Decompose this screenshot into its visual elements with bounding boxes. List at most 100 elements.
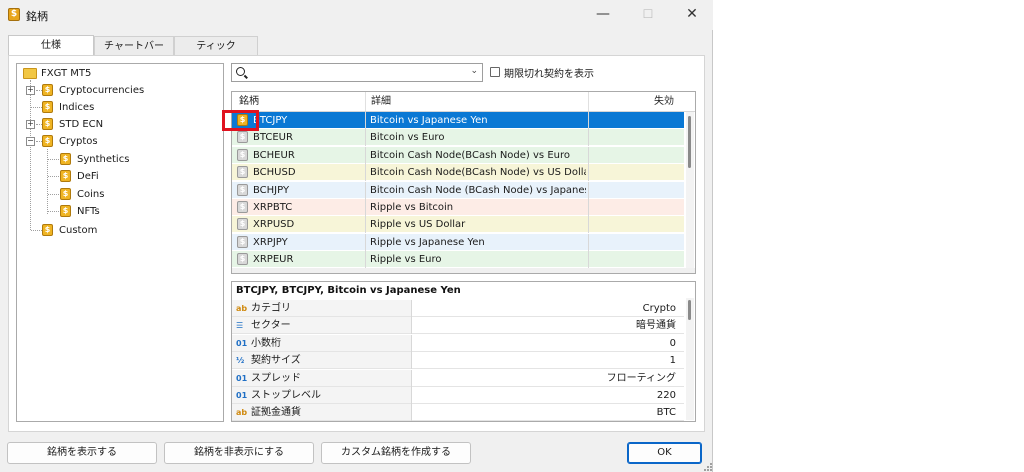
hide-symbol-button[interactable]: 銘柄を非表示にする <box>164 442 314 464</box>
column-divider[interactable] <box>588 92 589 111</box>
expand-icon[interactable]: + <box>26 86 35 95</box>
tab-specification[interactable]: 仕様 <box>8 35 94 55</box>
symbol-search-combobox[interactable]: ⌄ <box>231 63 483 82</box>
table-row[interactable]: $ BCHJPY Bitcoin Cash Node (BCash Node) vs… <box>232 181 684 199</box>
column-divider[interactable] <box>365 92 366 111</box>
ok-button[interactable]: OK <box>627 442 702 464</box>
resize-grip-icon[interactable] <box>704 463 712 471</box>
cell-divider <box>588 199 589 216</box>
symbols-table[interactable]: 銘柄 詳細 失効 $ BTCJPY Bitcoin vs Japanese Yen $… <box>231 91 696 274</box>
cell-symbol: XRPUSD <box>253 219 295 231</box>
property-row[interactable]: ½ 契約サイズ 1 <box>232 352 684 370</box>
cell-divider <box>365 216 366 234</box>
cell-expiry <box>592 251 682 268</box>
tree-item-cryptos[interactable]: Cryptos <box>59 133 98 150</box>
cell-divider <box>365 181 366 199</box>
property-type-icon: ab <box>236 408 248 418</box>
coin-icon: $ <box>60 170 71 182</box>
close-button[interactable]: ✕ <box>670 0 714 30</box>
table-row[interactable]: $ XRPBTC Ripple vs Bitcoin <box>232 199 684 216</box>
cell-divider <box>365 164 366 182</box>
table-row[interactable]: $ XRPEUR Ripple vs Euro <box>232 251 684 269</box>
tree-root-label[interactable]: FXGT MT5 <box>41 65 91 82</box>
cell-symbol: XRPBTC <box>253 202 293 213</box>
cell-divider <box>588 146 589 164</box>
chevron-down-icon[interactable]: ⌄ <box>470 66 478 76</box>
tree-item-custom[interactable]: Custom <box>59 222 97 239</box>
cell-description: Bitcoin vs Euro <box>370 132 445 144</box>
cell-description: Bitcoin Cash Node(BCash Node) vs US Doll… <box>370 167 586 179</box>
collapse-icon[interactable]: − <box>26 137 35 146</box>
property-divider <box>411 387 412 404</box>
create-custom-symbol-button[interactable]: カスタム銘柄を作成する <box>321 442 471 464</box>
property-row[interactable]: ab カテゴリ Crypto <box>232 300 684 317</box>
table-row[interactable]: $ BCHUSD Bitcoin Cash Node(BCash Node) vs … <box>232 164 684 182</box>
table-row[interactable]: $ XRPJPY Ripple vs Japanese Yen <box>232 233 684 251</box>
cell-expiry <box>592 112 682 129</box>
tree-item-coins[interactable]: Coins <box>77 186 104 203</box>
symbol-group-tree[interactable]: FXGT MT5 + $ Cryptocurrencies $ Indices … <box>16 63 224 422</box>
tree-guide-line <box>31 107 42 108</box>
cell-description: Ripple vs Bitcoin <box>370 202 454 213</box>
property-value: BTC <box>656 407 676 419</box>
tree-item-synthetics[interactable]: Synthetics <box>77 151 129 168</box>
cell-expiry <box>592 147 682 164</box>
scrollbar-thumb[interactable] <box>688 300 691 320</box>
tree-item-std-ecn[interactable]: STD ECN <box>59 116 103 133</box>
coin-icon: $ <box>237 235 248 248</box>
column-header-symbol[interactable]: 銘柄 <box>239 92 259 111</box>
table-row[interactable]: $ BTCJPY Bitcoin vs Japanese Yen <box>232 112 684 129</box>
tab-chart-bars[interactable]: チャートバー <box>94 36 174 55</box>
property-row[interactable]: ☰ セクター 暗号通貨 <box>232 317 684 335</box>
column-header-expiry[interactable]: 失効 <box>654 92 674 111</box>
title-bar[interactable]: $ 銘柄 — ☐ ✕ <box>0 0 713 30</box>
coin-icon: $ <box>60 205 71 217</box>
cell-description: Ripple vs US Dollar <box>370 219 466 231</box>
window-title: 銘柄 <box>26 10 48 23</box>
coin-icon: $ <box>237 131 248 144</box>
tree-item-cryptocurrencies[interactable]: Cryptocurrencies <box>59 82 144 99</box>
maximize-button[interactable]: ☐ <box>626 0 670 30</box>
coin-icon: $ <box>237 148 248 161</box>
property-row[interactable]: ab 証拠金通貨 BTC <box>232 404 684 421</box>
coin-icon: $ <box>60 188 71 200</box>
cell-symbol: BTCEUR <box>253 132 293 144</box>
property-row[interactable]: 01 スプレッド フローティング <box>232 369 684 387</box>
minimize-button[interactable]: — <box>581 0 625 30</box>
table-horizontal-scrollbar[interactable] <box>232 268 695 273</box>
property-type-icon: ab <box>236 304 248 313</box>
property-label: 証拠金通貨 <box>251 407 301 419</box>
cell-expiry <box>592 182 682 199</box>
cell-divider <box>365 251 366 269</box>
table-row[interactable]: $ BCHEUR Bitcoin Cash Node(BCash Node) vs … <box>232 146 684 164</box>
table-vertical-scrollbar[interactable] <box>686 112 694 269</box>
coin-icon: $ <box>60 153 71 165</box>
scrollbar-thumb[interactable] <box>688 116 691 168</box>
show-symbol-button[interactable]: 銘柄を表示する <box>7 442 157 464</box>
tree-item-nfts[interactable]: NFTs <box>77 203 100 220</box>
cell-divider <box>365 146 366 164</box>
coin-icon: $ <box>237 166 248 179</box>
properties-vertical-scrollbar[interactable] <box>686 298 694 420</box>
property-row[interactable]: 01 ストップレベル 220 <box>232 387 684 404</box>
column-header-description[interactable]: 詳細 <box>371 92 391 111</box>
property-value: 暗号通貨 <box>636 320 676 332</box>
tree-guide-line <box>48 159 59 160</box>
expand-icon[interactable]: + <box>26 120 35 129</box>
coin-icon: $ <box>42 118 53 130</box>
cell-symbol: BCHEUR <box>253 149 295 161</box>
property-divider <box>411 317 412 335</box>
table-row[interactable]: $ BTCEUR Bitcoin vs Euro <box>232 129 684 147</box>
tree-item-indices[interactable]: Indices <box>59 99 94 116</box>
property-value: 1 <box>669 355 676 367</box>
show-expired-checkbox[interactable] <box>490 67 500 77</box>
tree-item-defi[interactable]: DeFi <box>77 168 99 185</box>
cell-symbol: BCHJPY <box>253 184 290 196</box>
property-row[interactable]: 01 小数桁 0 <box>232 334 684 352</box>
cell-divider <box>365 129 366 147</box>
show-expired-label[interactable]: 期限切れ契約を表示 <box>504 65 594 80</box>
property-label: 契約サイズ <box>251 355 301 367</box>
table-row[interactable]: $ XRPUSD Ripple vs US Dollar <box>232 216 684 234</box>
tab-ticks[interactable]: ティック <box>174 36 258 55</box>
highlight-box <box>222 110 259 131</box>
